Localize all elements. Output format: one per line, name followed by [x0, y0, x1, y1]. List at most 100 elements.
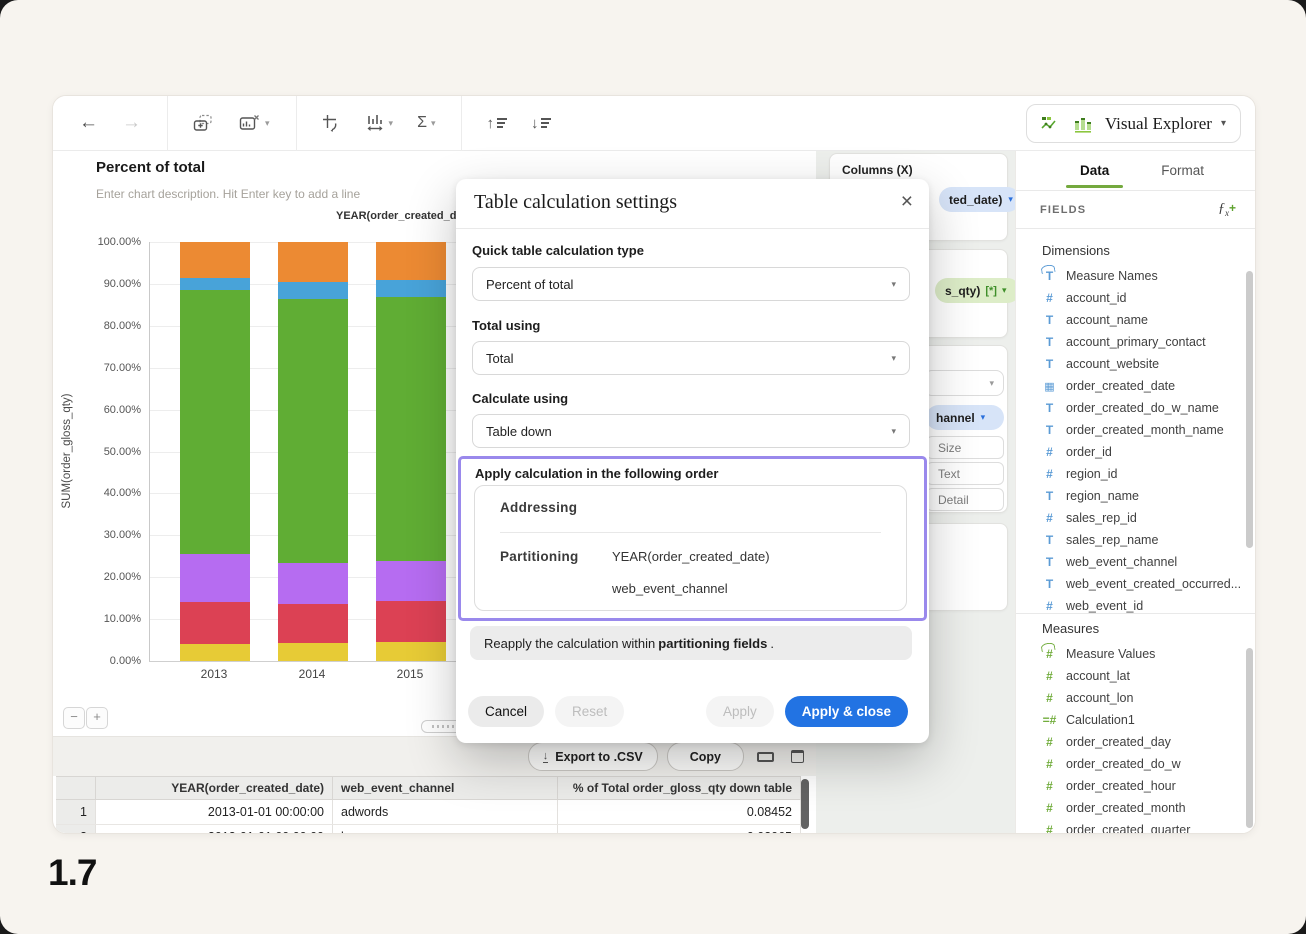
pill-web-event-channel[interactable]: hannel ▾ — [926, 405, 1004, 430]
y-tick-label: 90.00% — [103, 277, 141, 290]
measures-scrollbar[interactable] — [1246, 648, 1253, 828]
field-item-order-created-date[interactable]: ▦ order_created_date — [1016, 375, 1244, 397]
mark-target-text[interactable]: Text — [926, 462, 1004, 485]
app-switcher-button[interactable]: Visual Explorer ▾ — [1025, 104, 1241, 143]
select-value: Table down — [486, 423, 552, 439]
add-calculation-button[interactable]: ƒx+ — [1218, 201, 1236, 218]
field-item-account-name[interactable]: Taccount_name — [1016, 309, 1244, 331]
bar-segment-segment-orange[interactable] — [180, 242, 250, 278]
chart-title[interactable]: Percent of total — [96, 159, 205, 176]
bar-segment-segment-green[interactable] — [376, 296, 446, 562]
field-item-order-created-hour[interactable]: # order_created_hour — [1016, 775, 1244, 797]
field-item-account-primary-contact[interactable]: Taccount_primary_contact — [1016, 331, 1244, 353]
chevron-down-icon: ▾ — [430, 117, 436, 128]
field-item-calculation1[interactable]: =# Calculation1 — [1016, 709, 1244, 731]
field-item-measure-values[interactable]: # Measure Values — [1016, 643, 1244, 665]
field-item-order-created-day[interactable]: # order_created_day — [1016, 731, 1244, 753]
column-header[interactable]: % of Total order_gloss_qty down table — [558, 777, 801, 799]
bar-segment-segment-red[interactable] — [376, 601, 446, 642]
apply-button[interactable]: Apply — [705, 695, 774, 727]
bar-segment-segment-red[interactable] — [180, 601, 250, 645]
field-item-region-id[interactable]: # region_id — [1016, 463, 1244, 485]
columns-x-label: Columns (X) — [842, 163, 913, 177]
bar-segment-segment-orange[interactable] — [278, 242, 348, 283]
field-item-order-created-quarter[interactable]: # order_created_quarter — [1016, 819, 1244, 833]
pill-sum-order-gloss-qty[interactable]: s_qty) [*] ▾ — [935, 278, 1020, 303]
bar-segment-segment-green[interactable] — [278, 299, 348, 563]
field-item-order-created-month[interactable]: # order_created_month — [1016, 797, 1244, 819]
bar-segment-segment-purple[interactable] — [180, 554, 250, 602]
column-header[interactable] — [56, 777, 96, 799]
pill-order-created-date[interactable]: ted_date) ▾ — [939, 187, 1020, 212]
field-item-account-id[interactable]: # account_id — [1016, 287, 1244, 309]
bar-segment-segment-orange[interactable] — [376, 242, 446, 280]
field-item-sales-rep-name[interactable]: Tsales_rep_name — [1016, 529, 1244, 551]
mark-type-select[interactable]: ▾ — [924, 370, 1004, 396]
table-row[interactable]: 1 2013-01-01 00:00:00 adwords 0.08452 — [56, 800, 801, 825]
toolbar-separator — [461, 96, 463, 151]
cancel-button[interactable]: Cancel — [468, 695, 545, 727]
tab-data[interactable]: Data — [1065, 153, 1124, 188]
field-item-web-event-channel[interactable]: Tweb_event_channel — [1016, 551, 1244, 573]
field-item-measure-names[interactable]: T Measure Names — [1016, 265, 1244, 287]
bar-segment-segment-green[interactable] — [180, 289, 250, 555]
forward-button[interactable]: → — [122, 112, 141, 134]
quick-calc-type-select[interactable]: Percent of total ▾ — [472, 267, 910, 301]
aggregate-button[interactable]: Σ ▾ — [417, 114, 435, 132]
bar-segment-segment-yellow[interactable] — [278, 642, 348, 661]
number-icon: # — [1046, 467, 1053, 481]
minimize-table-icon[interactable] — [757, 751, 774, 762]
field-item-order-created-do-w-name[interactable]: Torder_created_do_w_name — [1016, 397, 1244, 419]
zoom-out-button[interactable]: − — [63, 707, 85, 729]
sort-ascending-button[interactable]: ↑ — [486, 115, 507, 132]
column-header[interactable]: web_event_channel — [333, 777, 558, 799]
chevron-down-icon: ▾ — [891, 278, 896, 289]
bar-segment-segment-yellow[interactable] — [376, 641, 446, 661]
field-item-sales-rep-id[interactable]: # sales_rep_id — [1016, 507, 1244, 529]
field-label: order_created_quarter — [1066, 823, 1191, 833]
field-item-web-event-created-occurred-[interactable]: Tweb_event_created_occurred... — [1016, 573, 1244, 595]
table-row[interactable]: 22013-01-01 00:00:00banner0.03065 — [56, 825, 801, 833]
chart-description-placeholder[interactable]: Enter chart description. Hit Enter key t… — [96, 187, 360, 201]
field-item-order-created-month-name[interactable]: Torder_created_month_name — [1016, 419, 1244, 441]
table-vertical-scrollbar[interactable] — [801, 779, 809, 829]
field-item-account-website[interactable]: Taccount_website — [1016, 353, 1244, 375]
field-item-web-event-id[interactable]: # web_event_id — [1016, 595, 1244, 613]
bar-segment-segment-purple[interactable] — [376, 561, 446, 602]
calculate-using-select[interactable]: Table down ▾ — [472, 414, 910, 448]
field-item-account-lat[interactable]: # account_lat — [1016, 665, 1244, 687]
tab-format[interactable]: Format — [1159, 153, 1206, 188]
total-using-select[interactable]: Total ▾ — [472, 341, 910, 375]
bar-segment-segment-yellow[interactable] — [180, 644, 250, 661]
close-icon[interactable]: × — [901, 190, 913, 214]
swap-axes-button[interactable] — [321, 113, 341, 133]
mark-target-label: Text — [938, 466, 961, 481]
column-header[interactable]: YEAR(order_created_date) — [96, 777, 333, 799]
field-item-order-created-do-w[interactable]: # order_created_do_w — [1016, 753, 1244, 775]
zoom-in-button[interactable]: + — [86, 707, 108, 729]
sort-descending-button[interactable]: ↓ — [531, 115, 552, 132]
y-tick-label: 10.00% — [103, 613, 141, 626]
bar-segment-segment-blue[interactable] — [278, 282, 348, 300]
back-button[interactable]: ← — [79, 112, 98, 134]
bar-segment-segment-red[interactable] — [278, 604, 348, 643]
remove-chart-button[interactable]: ▾ — [238, 113, 270, 133]
bar-segment-segment-purple[interactable] — [278, 562, 348, 605]
reset-button[interactable]: Reset — [555, 695, 625, 727]
mark-target-detail[interactable]: Detail — [926, 488, 1004, 511]
field-item-order-id[interactable]: # order_id — [1016, 441, 1244, 463]
export-csv-button[interactable]: ↓ Export to .CSV — [527, 742, 658, 771]
y-tick-label: 70.00% — [103, 361, 141, 374]
field-item-account-lon[interactable]: # account_lon — [1016, 687, 1244, 709]
copy-button[interactable]: Copy — [666, 742, 744, 771]
field-item-region-name[interactable]: Tregion_name — [1016, 485, 1244, 507]
apply-and-close-button[interactable]: Apply & close — [784, 695, 908, 727]
bar-segment-segment-blue[interactable] — [180, 277, 250, 290]
dimensions-scrollbar[interactable] — [1246, 271, 1253, 548]
visual-explorer-logo-icon — [1041, 116, 1056, 129]
maximize-table-icon[interactable] — [791, 750, 804, 763]
duplicate-chart-button[interactable] — [192, 113, 214, 133]
bar-segment-segment-blue[interactable] — [376, 279, 446, 297]
bar-width-button[interactable]: ▾ — [365, 113, 393, 133]
mark-target-size[interactable]: Size — [926, 436, 1004, 459]
